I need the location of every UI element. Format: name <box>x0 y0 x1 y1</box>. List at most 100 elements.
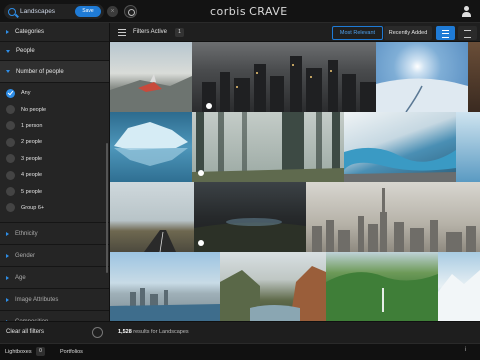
clear-search-icon[interactable]: × <box>107 6 118 17</box>
photo-tile-iceberg[interactable] <box>110 112 192 182</box>
photo-tile-ice-sun[interactable] <box>376 42 468 112</box>
option-label: 2 people <box>21 139 43 146</box>
photo-grid <box>110 42 480 321</box>
app-window: Landscapes Save × corbis CRAVE Categories… <box>0 0 480 360</box>
section-label: Ethnicity <box>15 230 38 237</box>
radio-icon[interactable] <box>6 187 15 197</box>
radio-checked-icon[interactable] <box>6 88 15 98</box>
radio-icon[interactable] <box>6 203 15 213</box>
photo-badge-icon <box>206 103 212 109</box>
section-categories[interactable]: Categories <box>0 23 109 42</box>
section-label: Age <box>15 274 26 281</box>
option-label: 5 people <box>21 188 43 195</box>
option-label: Group 6+ <box>21 204 45 211</box>
sidebar-scrollbar[interactable] <box>106 143 108 273</box>
option-3-people[interactable]: 3 people <box>0 151 109 167</box>
photo-art <box>438 270 480 321</box>
photo-badge-icon <box>198 170 204 176</box>
option-group-6-plus[interactable]: Group 6+ <box>0 200 109 216</box>
photo-tile-road[interactable] <box>110 182 194 252</box>
photo-art <box>312 188 476 252</box>
photo-tile-dubai-skyline[interactable] <box>306 182 480 252</box>
filters-active-label[interactable]: Filters Active <box>133 29 167 35</box>
results-count: 1,528 <box>118 329 132 335</box>
section-label: Gender <box>15 252 36 259</box>
filter-sidebar: Categories People Number of people Any N… <box>0 23 110 343</box>
photo-tile-coastal-city[interactable] <box>110 252 220 321</box>
photo-art <box>114 122 188 166</box>
photo-tile-jungle-waterfall[interactable] <box>326 252 438 321</box>
info-icon[interactable]: i <box>465 347 466 353</box>
option-4-people[interactable]: 4 people <box>0 167 109 183</box>
brand-logo: corbis CRAVE <box>210 5 288 18</box>
photo-tile-city-night[interactable] <box>192 42 376 112</box>
sort-recently-added-button[interactable]: Recently Added <box>384 26 432 40</box>
photo-tile-plane-desert[interactable] <box>110 42 192 112</box>
option-label: No people <box>21 106 47 113</box>
results-suffix: results for Landscapes <box>133 329 189 335</box>
user-account-icon[interactable] <box>461 6 472 17</box>
section-age[interactable]: Age <box>0 267 109 290</box>
radio-icon[interactable] <box>6 137 15 147</box>
photo-tile-fjord[interactable] <box>220 252 326 321</box>
chevron-right-icon <box>6 231 9 236</box>
chevron-right-icon <box>6 275 9 280</box>
search-icon <box>8 7 16 16</box>
filters-count-badge: 1 <box>175 28 184 37</box>
photo-badge-icon <box>198 240 204 246</box>
lightboxes-count-badge: 0 <box>36 347 45 356</box>
photo-art <box>192 112 344 182</box>
radio-icon[interactable] <box>6 105 15 115</box>
chevron-down-icon <box>6 70 10 73</box>
sort-most-relevant-button[interactable]: Most Relevant <box>332 26 383 40</box>
option-label: 3 people <box>21 155 43 162</box>
section-label: People <box>16 48 35 54</box>
photo-tile-glacier-river[interactable] <box>344 112 456 182</box>
search-field[interactable]: Landscapes Save <box>4 4 104 19</box>
photo-tile-forest-fog[interactable] <box>192 112 344 182</box>
option-label: 1 person <box>21 122 43 129</box>
photo-tile-edge-1[interactable] <box>468 42 480 112</box>
option-1-person[interactable]: 1 person <box>0 118 109 134</box>
photo-art <box>144 230 176 252</box>
radio-icon[interactable] <box>6 154 15 164</box>
search-input[interactable]: Landscapes <box>20 8 55 15</box>
section-people[interactable]: People <box>0 42 109 61</box>
photo-art <box>194 218 306 252</box>
radio-icon[interactable] <box>6 121 15 131</box>
option-label: Any <box>21 90 31 97</box>
brand-product: CRAVE <box>249 5 288 18</box>
section-ethnicity[interactable]: Ethnicity <box>0 223 109 246</box>
section-gender[interactable]: Gender <box>0 245 109 268</box>
refresh-icon[interactable] <box>92 327 103 338</box>
photo-art <box>326 272 438 321</box>
option-5-people[interactable]: 5 people <box>0 183 109 199</box>
radio-icon[interactable] <box>6 170 15 180</box>
save-search-button[interactable]: Save <box>75 6 101 17</box>
clear-filters-bar: Clear all filters <box>0 321 110 343</box>
grid-view-icon[interactable] <box>458 26 477 40</box>
results-summary: 1,528 results for Landscapes <box>118 329 189 335</box>
photo-art <box>376 78 468 112</box>
people-options: Any No people 1 person 2 people 3 people… <box>0 83 109 224</box>
top-bar: Landscapes Save × corbis CRAVE <box>0 0 480 23</box>
list-view-icon[interactable] <box>436 26 455 40</box>
brand-name: corbis <box>210 5 247 18</box>
portfolios-tab[interactable]: Portfolios <box>60 349 83 355</box>
photo-art <box>344 147 456 182</box>
photo-tile-ice-peak[interactable] <box>438 252 480 321</box>
option-label: 4 people <box>21 172 43 179</box>
photo-art <box>220 266 326 321</box>
lightboxes-tab[interactable]: Lightboxes <box>5 349 32 355</box>
filter-toolbar: Filters Active 1 Most Relevant Recently … <box>110 23 480 42</box>
section-number-of-people[interactable]: Number of people <box>0 61 109 83</box>
option-any[interactable]: Any <box>0 85 109 101</box>
option-2-people[interactable]: 2 people <box>0 134 109 150</box>
photo-tile-storm-field[interactable] <box>194 182 306 252</box>
section-image-attributes[interactable]: Image Attributes <box>0 289 109 312</box>
option-no-people[interactable]: No people <box>0 101 109 117</box>
clear-all-filters-button[interactable]: Clear all filters <box>6 329 44 335</box>
settings-gear-icon[interactable] <box>124 5 137 18</box>
filter-menu-icon[interactable] <box>118 29 126 36</box>
photo-tile-ice-blue[interactable] <box>456 112 480 182</box>
